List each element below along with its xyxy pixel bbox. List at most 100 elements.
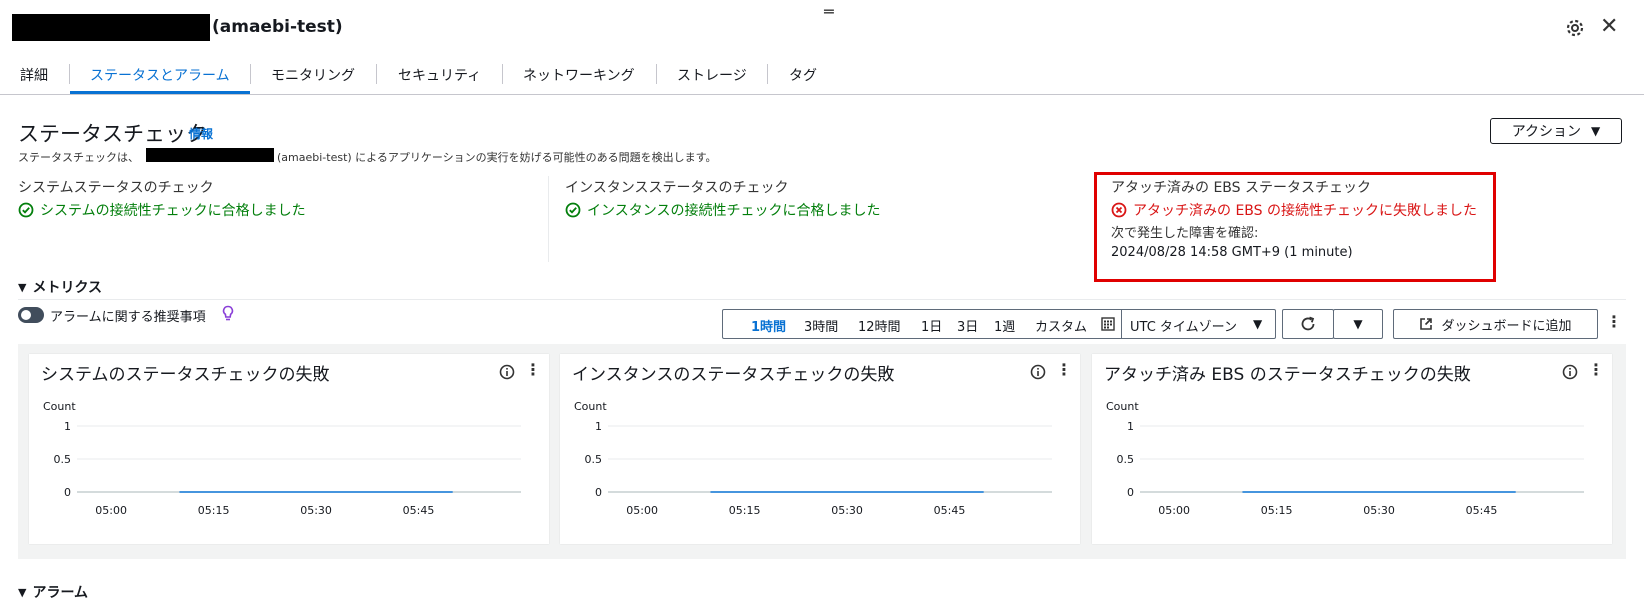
tab-tags[interactable]: タグ bbox=[789, 65, 817, 85]
y-tick-label: 1 bbox=[1127, 420, 1134, 433]
y-axis-label: Count bbox=[574, 400, 607, 413]
add-to-dashboard-label: ダッシュボードに追加 bbox=[1441, 318, 1572, 334]
refresh-button[interactable] bbox=[1282, 309, 1334, 339]
status-check-title: ステータスチェック bbox=[18, 122, 207, 146]
time-range-1d[interactable]: 1日 bbox=[921, 316, 942, 335]
chart-card-ebs: アタッチ済み EBS のステータスチェックの失敗 ⋮ Count 0 0.5 1 05:… bbox=[1092, 354, 1612, 544]
chart-menu-icon[interactable]: ⋮ bbox=[1588, 360, 1604, 379]
tab-security[interactable]: セキュリティ bbox=[398, 65, 481, 85]
x-tick-label: 05:45 bbox=[403, 504, 435, 517]
chart-card-instance: インスタンスのステータスチェックの失敗 ⋮ Count 0 0.5 1 05:00 05:… bbox=[560, 354, 1080, 544]
time-range-1h[interactable]: 1時間 bbox=[751, 316, 786, 335]
ebs-failure-time: 2024/08/28 14:58 GMT+9 (1 minute) bbox=[1111, 245, 1353, 260]
time-range-selector: 1時間 3時間 12時間 1日 3日 1週 カスタム UTC タイムゾーン ▼ bbox=[722, 309, 1276, 339]
tab-networking[interactable]: ネットワーキング bbox=[523, 65, 635, 85]
caret-down-icon[interactable]: ▼ bbox=[1253, 317, 1262, 331]
alarm-recommendation-label: アラームに関する推奨事項 bbox=[50, 310, 206, 325]
status-check-desc-prefix: ステータスチェックは、 bbox=[18, 151, 139, 164]
tab-status-alarms[interactable]: ステータスとアラーム bbox=[90, 65, 230, 85]
time-range-3d[interactable]: 3日 bbox=[957, 316, 978, 335]
time-range-12h[interactable]: 12時間 bbox=[858, 316, 901, 335]
info-icon[interactable] bbox=[1562, 364, 1578, 380]
redacted-instance-name-inline bbox=[146, 148, 274, 162]
x-tick-label: 05:00 bbox=[626, 504, 658, 517]
refresh-options-button[interactable]: ▼ bbox=[1333, 309, 1383, 339]
x-tick-label: 05:15 bbox=[198, 504, 230, 517]
metrics-section-header[interactable]: ▼ メトリクス bbox=[18, 277, 102, 297]
y-axis-label: Count bbox=[1106, 400, 1139, 413]
x-tick-label: 05:45 bbox=[934, 504, 966, 517]
chart-menu-icon[interactable]: ⋮ bbox=[525, 360, 541, 379]
tab-divider bbox=[376, 64, 377, 84]
x-tick-label: 05:15 bbox=[1261, 504, 1293, 517]
column-divider bbox=[548, 176, 549, 262]
x-tick-label: 05:00 bbox=[95, 504, 127, 517]
chart-plot: Count 0 0.5 1 05:00 05:15 05:30 05:45 bbox=[43, 400, 521, 517]
alarms-section-header[interactable]: ▼ アラーム bbox=[18, 582, 88, 602]
time-range-custom[interactable]: カスタム bbox=[1035, 316, 1087, 335]
calendar-icon[interactable] bbox=[1101, 316, 1115, 335]
ebs-status-title: アタッチ済みの EBS ステータスチェック bbox=[1111, 180, 1371, 196]
time-range-3h[interactable]: 3時間 bbox=[804, 316, 838, 335]
instance-status-result: インスタンスの接続性チェックに合格しました bbox=[565, 200, 880, 220]
chart-title: システムのステータスチェックの失敗 bbox=[41, 365, 330, 385]
caret-down-icon: ▼ bbox=[1591, 124, 1601, 138]
redacted-instance-name bbox=[12, 14, 210, 41]
more-options-icon[interactable]: ⋮ bbox=[1606, 312, 1622, 331]
y-tick-label: 0 bbox=[595, 486, 602, 499]
error-circle-icon bbox=[1111, 202, 1127, 218]
chart-title: インスタンスのステータスチェックの失敗 bbox=[572, 365, 895, 385]
info-icon[interactable] bbox=[1030, 364, 1046, 380]
toggle-knob bbox=[21, 310, 31, 320]
system-status-result: システムの接続性チェックに合格しました bbox=[18, 200, 306, 220]
tab-divider bbox=[656, 64, 657, 84]
x-tick-label: 05:30 bbox=[300, 504, 332, 517]
x-tick-label: 05:30 bbox=[1363, 504, 1395, 517]
active-tab-indicator bbox=[70, 91, 250, 94]
add-to-dashboard-button[interactable]: ダッシュボードに追加 bbox=[1393, 309, 1598, 339]
tab-storage[interactable]: ストレージ bbox=[677, 65, 747, 85]
x-tick-label: 05:30 bbox=[831, 504, 863, 517]
y-tick-label: 0.5 bbox=[1117, 453, 1135, 466]
y-tick-label: 0 bbox=[1127, 486, 1134, 499]
timezone-select[interactable]: UTC タイムゾーン bbox=[1130, 316, 1237, 335]
y-tick-label: 0.5 bbox=[585, 453, 603, 466]
chart-card-system: システムのステータスチェックの失敗 ⋮ Count 0 0.5 1 05:00 05:15… bbox=[29, 354, 549, 544]
alarm-recommendation-toggle[interactable] bbox=[18, 307, 44, 323]
x-tick-label: 05:00 bbox=[1158, 504, 1190, 517]
chart-plot: Count 0 0.5 1 05:00 05:15 05:30 05:45 bbox=[574, 400, 1052, 517]
x-tick-label: 05:45 bbox=[1466, 504, 1498, 517]
time-range-1w[interactable]: 1週 bbox=[994, 316, 1015, 335]
success-check-icon bbox=[565, 202, 581, 218]
actions-button[interactable]: アクション ▼ bbox=[1490, 118, 1622, 144]
success-check-icon bbox=[18, 202, 34, 218]
refresh-icon bbox=[1301, 316, 1315, 331]
drag-handle-icon[interactable]: ═ bbox=[824, 2, 834, 21]
info-link[interactable]: 情報 bbox=[189, 125, 213, 142]
chart-plot: Count 0 0.5 1 05:00 05:15 05:30 05:45 bbox=[1106, 400, 1584, 517]
actions-button-label: アクション bbox=[1511, 124, 1582, 140]
alarms-section-title: アラーム bbox=[32, 585, 89, 601]
status-check-desc-suffix: (amaebi-test) によるアプリケーションの実行を妨げる可能性のある問題… bbox=[277, 151, 717, 164]
y-axis-label: Count bbox=[43, 400, 76, 413]
ebs-status-message: アタッチ済みの EBS の接続性チェックに失敗しました bbox=[1133, 203, 1477, 219]
gear-icon[interactable] bbox=[1564, 17, 1586, 39]
chart-title: アタッチ済み EBS のステータスチェックの失敗 bbox=[1104, 365, 1471, 385]
tab-monitoring[interactable]: モニタリング bbox=[271, 65, 355, 85]
instance-status-title: インスタンスステータスのチェック bbox=[565, 180, 789, 196]
system-status-message: システムの接続性チェックに合格しました bbox=[40, 203, 306, 219]
close-icon[interactable]: ✕ bbox=[1600, 16, 1618, 38]
instance-status-message: インスタンスの接続性チェックに合格しました bbox=[587, 203, 881, 219]
chart-menu-icon[interactable]: ⋮ bbox=[1056, 360, 1072, 379]
tab-bar: 詳細 ステータスとアラーム モニタリング セキュリティ ネットワーキング ストレ… bbox=[0, 56, 1644, 95]
info-icon[interactable] bbox=[499, 364, 515, 380]
tab-details[interactable]: 詳細 bbox=[20, 65, 48, 85]
ebs-status-result: アタッチ済みの EBS の接続性チェックに失敗しました bbox=[1111, 200, 1477, 220]
tab-divider bbox=[502, 64, 503, 84]
tab-divider bbox=[250, 64, 251, 84]
y-tick-label: 0.5 bbox=[54, 453, 72, 466]
lightbulb-icon bbox=[222, 305, 234, 327]
section-divider bbox=[18, 299, 1626, 300]
y-tick-label: 1 bbox=[595, 420, 602, 433]
ebs-failure-label: 次で発生した障害を確認: bbox=[1111, 226, 1259, 241]
